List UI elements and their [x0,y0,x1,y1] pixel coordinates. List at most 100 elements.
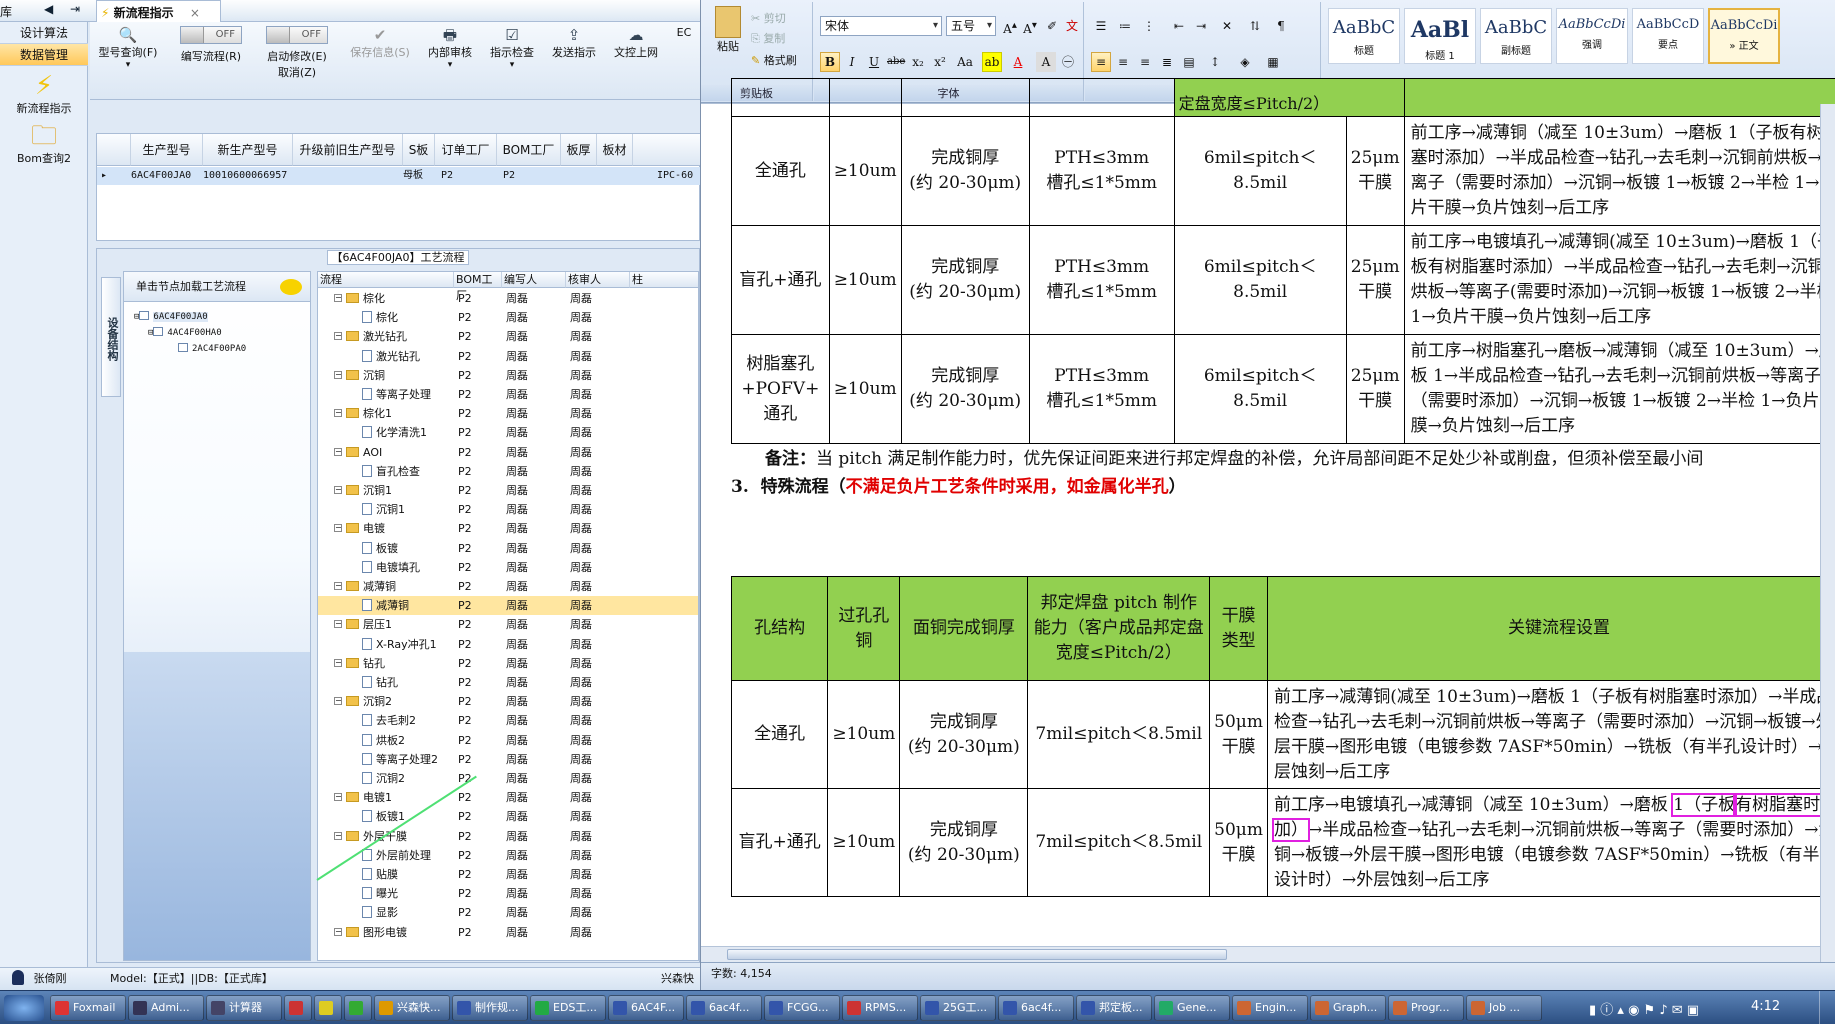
column-header[interactable]: 柱 [630,272,698,288]
process-row[interactable]: 烘板2 P2 周磊 周磊 [318,731,698,750]
collapse-icon[interactable]: − [334,486,342,494]
sidebar-item-new-flow[interactable]: ⚡ 新流程指示 [0,66,88,116]
enclose-char-icon[interactable]: ㊀ [1058,52,1078,72]
style-option[interactable]: AaBbC 标题 [1328,8,1400,64]
format-painter-button[interactable]: ✎ 格式刷 [751,52,797,68]
off-switch[interactable]: OFF [180,26,242,44]
process-row[interactable]: − 图形电镀 P2 周磊 周磊 [318,923,698,942]
tree-node[interactable]: ⊟ 6AC4F00JA0 [134,310,208,324]
bullets-icon[interactable]: ☰ [1091,16,1111,36]
taskbar-button[interactable]: FCGG... [764,995,840,1021]
instruction-check-button[interactable]: ☑ 指示检查 ▾ [484,26,540,70]
process-row[interactable]: − 棕化1 P2 周磊 周磊 [318,404,698,423]
process-row[interactable]: 板镀 P2 周磊 周磊 [318,539,698,558]
process-row[interactable]: − 沉铜2 P2 周磊 周磊 [318,692,698,711]
process-row[interactable]: 等离子处理 P2 周磊 周磊 [318,385,698,404]
collapse-icon[interactable]: − [334,831,342,840]
taskbar-button[interactable]: Foxmail [50,995,126,1021]
process-row[interactable]: 去毛刺2 P2 周磊 周磊 [318,711,698,730]
table-cell[interactable]: P2 [503,167,515,185]
superscript-icon[interactable]: x² [930,52,950,72]
tree-node[interactable]: ⊟ 4AC4F00HA0 [148,326,222,340]
sidebar-item-data-management[interactable]: 数据管理 [0,44,88,66]
column-header[interactable]: 生产型号 [131,134,203,166]
process-row[interactable]: − 电镀 P2 周磊 周磊 [318,519,698,538]
collapse-icon[interactable]: − [334,294,342,302]
cut-button[interactable]: ✂ 剪切 [751,10,786,26]
increase-indent-icon[interactable]: ⇥ [1191,16,1211,36]
process-row[interactable]: 棕化 P2 周磊 周磊 [318,308,698,327]
tree-node[interactable]: 2AC4F00PA0 [178,342,246,356]
process-row[interactable]: 等离子处理2 P2 周磊 周磊 [318,750,698,769]
grow-font-icon[interactable]: A▴ [1000,16,1020,36]
collapse-icon[interactable]: − [334,370,342,379]
taskbar-button[interactable]: Admi... [128,995,204,1021]
style-option[interactable]: AaBbC 副标题 [1480,8,1552,64]
tab-new-flow-instruction[interactable]: ⚡ 新流程指示 × [96,0,221,22]
style-option[interactable]: AaBbCcDi 强调 [1556,8,1628,64]
process-row[interactable]: 显影 P2 周磊 周磊 [318,903,698,922]
column-header[interactable]: 板厚 [561,134,597,166]
enable-edit-toggle[interactable]: OFF 启动修改(E) 取消(Z) [260,26,334,80]
column-header[interactable]: 核审人 [566,272,630,288]
collapse-icon[interactable]: − [334,927,342,936]
table-row[interactable]: ▸ 6AC4F00JA0 10010600066957 母板 P2 P2 IPC… [97,167,700,185]
line-spacing-icon[interactable]: ↕ [1205,52,1225,72]
process-row[interactable]: 沉铜2 P2 周磊 周磊 [318,769,698,788]
scroll-thumb[interactable] [727,949,1227,960]
column-header[interactable]: 新生产型号 [203,134,293,166]
process-row[interactable]: 钻孔 P2 周磊 周磊 [318,673,698,692]
process-row[interactable]: − 钻孔 P2 周磊 周磊 [318,654,698,673]
off-switch[interactable]: OFF [266,26,328,44]
internal-review-button[interactable]: 🖶 内部审核 ▾ [422,26,478,70]
char-shading-icon[interactable]: A [1036,52,1056,72]
align-right-icon[interactable]: ≡ [1135,52,1155,72]
table-cell[interactable]: 母板 [403,167,423,185]
collapse-icon[interactable]: − [334,793,342,802]
process-row[interactable]: 减薄铜 P2 周磊 周磊 [318,596,698,616]
column-header[interactable]: 编写人 [502,272,566,288]
column-header[interactable]: 流程 [318,272,454,288]
taskbar-button[interactable]: Gene... [1154,995,1230,1021]
collapse-icon[interactable]: − [334,658,342,667]
process-row[interactable]: − AOI P2 周磊 周磊 [318,443,698,462]
underline-icon[interactable]: U [864,52,884,72]
paste-button[interactable]: 粘贴 [711,6,745,54]
column-header[interactable]: 升级前旧生产型号 [293,134,403,166]
copy-button[interactable]: ⎘ 复制 [751,30,785,46]
taskbar-button[interactable]: Engin... [1232,995,1308,1021]
process-row[interactable]: X-Ray冲孔1 P2 周磊 周磊 [318,635,698,654]
taskbar-button[interactable] [314,995,342,1021]
taskbar-button[interactable]: Graph... [1310,995,1386,1021]
shrink-font-icon[interactable]: A▾ [1020,16,1040,36]
style-option[interactable]: AaBbCcD 要点 [1632,8,1704,64]
collapse-icon[interactable]: − [334,582,342,590]
taskbar-button[interactable]: 6ac4f... [998,995,1074,1021]
bold-icon[interactable]: B [820,52,840,72]
type-query-button[interactable]: 🔍 型号查询(F) ▾ [98,26,158,70]
column-header[interactable]: 订单工厂 [435,134,497,166]
process-row[interactable]: 板镀1 P2 周磊 周磊 [318,807,698,826]
taskbar-button[interactable]: 兴森快... [374,995,450,1021]
taskbar-button[interactable] [284,995,312,1021]
column-header[interactable]: S板 [403,134,435,166]
word-count[interactable]: 字数: 4,154 [711,967,772,980]
process-row[interactable]: − 棕化 P2 周磊 周磊 [318,289,698,308]
align-left-icon[interactable]: ≡ [1091,52,1111,72]
taskbar-button[interactable]: RPMS... [842,995,918,1021]
process-row[interactable]: 曝光 P2 周磊 周磊 [318,884,698,903]
show-desktop-button[interactable] [1819,991,1835,1024]
process-row[interactable]: − 层压1 P2 周磊 周磊 [318,615,698,634]
collapse-icon[interactable]: − [334,697,342,706]
process-row[interactable]: 贴膜 P2 周磊 周磊 [318,865,698,884]
horizontal-scrollbar[interactable] [701,946,1820,962]
shading-icon[interactable]: ◈ [1235,52,1255,72]
close-icon[interactable]: × [190,6,200,20]
collapse-icon[interactable]: − [334,447,342,456]
sidebar-item-design-algorithm[interactable]: 设计算法 [0,22,88,44]
process-row[interactable]: 激光钻孔 P2 周磊 周磊 [318,347,698,366]
start-button[interactable] [4,995,44,1021]
sidebar-item-bom-query[interactable]: 🗀 Bom查询2 [0,116,88,166]
process-row[interactable]: − 激光钻孔 P2 周磊 周磊 [318,327,698,346]
table-cell[interactable]: 6AC4F00JA0 [131,167,191,185]
